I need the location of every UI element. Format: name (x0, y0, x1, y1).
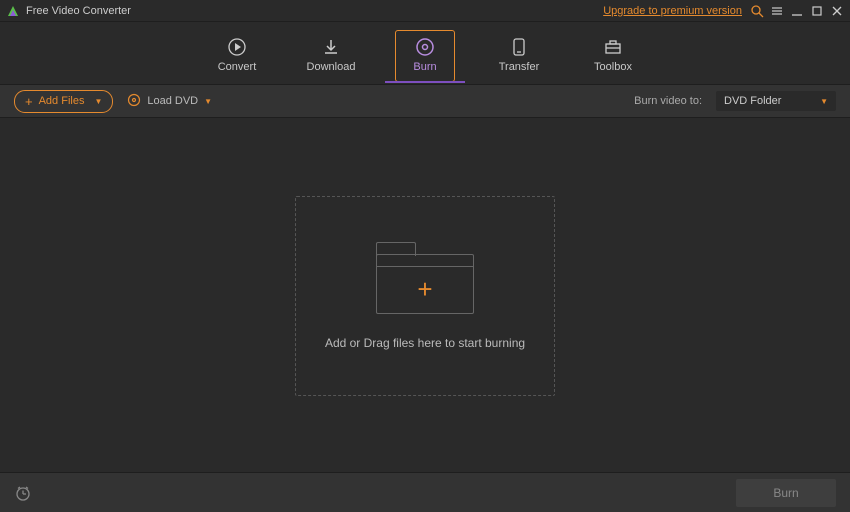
tab-label: Transfer (499, 61, 540, 73)
tab-toolbox[interactable]: Toolbox (583, 30, 643, 82)
toolbar: + Add Files ▼ Load DVD ▼ Burn video to: … (0, 84, 850, 118)
dropzone-text: Add or Drag files here to start burning (325, 336, 525, 350)
workspace: + Add or Drag files here to start burnin… (0, 118, 850, 474)
menu-icon[interactable] (770, 4, 784, 18)
footer: Burn (0, 472, 850, 512)
transfer-icon (509, 37, 529, 57)
minimize-icon[interactable] (790, 4, 804, 18)
add-files-label: Add Files (39, 95, 85, 107)
tab-download[interactable]: Download (301, 30, 361, 82)
search-icon[interactable] (750, 4, 764, 18)
toolbox-icon (603, 37, 623, 57)
folder-icon: + (376, 242, 474, 314)
download-icon (321, 37, 341, 57)
tab-label: Download (307, 61, 356, 73)
burn-to-select[interactable]: DVD Folder ▼ (716, 91, 836, 111)
main-tabs: Convert Download Burn Transfer Toolbox (0, 22, 850, 82)
app-logo-icon (6, 4, 20, 18)
tab-label: Convert (218, 61, 257, 73)
add-files-button[interactable]: + Add Files ▼ (14, 90, 113, 113)
burn-to-value: DVD Folder (724, 95, 781, 107)
maximize-icon[interactable] (810, 4, 824, 18)
burn-button-label: Burn (773, 486, 798, 500)
chevron-down-icon: ▼ (820, 97, 828, 106)
app-title: Free Video Converter (26, 5, 131, 17)
tab-convert[interactable]: Convert (207, 30, 267, 82)
tab-transfer[interactable]: Transfer (489, 30, 549, 82)
titlebar: Free Video Converter Upgrade to premium … (0, 0, 850, 22)
tab-label: Burn (413, 61, 436, 73)
load-dvd-button[interactable]: Load DVD ▼ (127, 93, 212, 110)
tab-burn[interactable]: Burn (395, 30, 455, 82)
disc-icon (127, 93, 141, 110)
burn-to-label: Burn video to: (634, 95, 702, 107)
burn-icon (415, 37, 435, 57)
plus-icon: + (25, 95, 33, 108)
upgrade-link[interactable]: Upgrade to premium version (603, 5, 742, 17)
chevron-down-icon: ▼ (204, 97, 212, 106)
convert-icon (227, 37, 247, 57)
tab-label: Toolbox (594, 61, 632, 73)
burn-button[interactable]: Burn (736, 479, 836, 507)
schedule-icon[interactable] (14, 484, 32, 502)
chevron-down-icon: ▼ (94, 97, 102, 106)
plus-icon: + (376, 274, 474, 305)
active-tab-underline (385, 81, 465, 83)
dropzone[interactable]: + Add or Drag files here to start burnin… (295, 196, 555, 396)
close-icon[interactable] (830, 4, 844, 18)
load-dvd-label: Load DVD (147, 95, 198, 107)
